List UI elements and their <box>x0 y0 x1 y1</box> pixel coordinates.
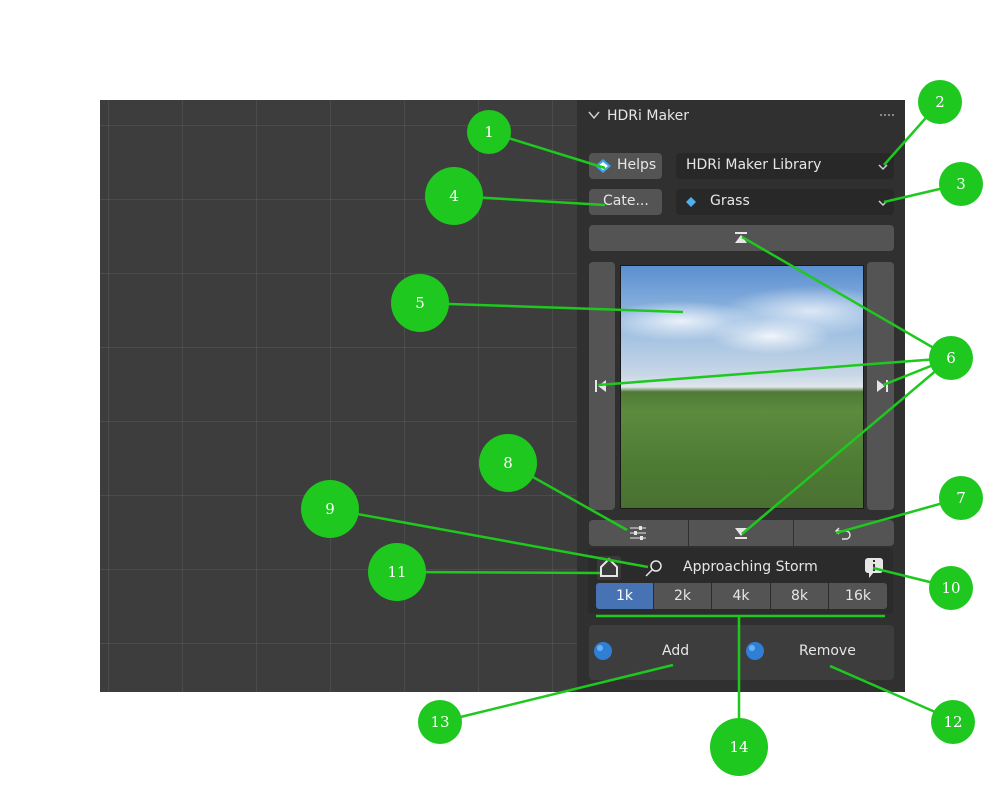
callout-6: 6 <box>929 336 973 380</box>
callout-9: 9 <box>301 480 359 538</box>
callout-1: 1 <box>467 110 511 154</box>
callout-10: 10 <box>929 566 973 610</box>
callout-4: 4 <box>425 167 483 225</box>
callout-11: 11 <box>368 543 426 601</box>
callout-7: 7 <box>939 476 983 520</box>
callout-13: 13 <box>418 700 462 744</box>
callout-8: 8 <box>479 434 537 492</box>
callout-14: 14 <box>710 718 768 776</box>
callout-2: 2 <box>918 80 962 124</box>
callout-5: 5 <box>391 274 449 332</box>
callout-3: 3 <box>939 162 983 206</box>
callout-12: 12 <box>931 700 975 744</box>
